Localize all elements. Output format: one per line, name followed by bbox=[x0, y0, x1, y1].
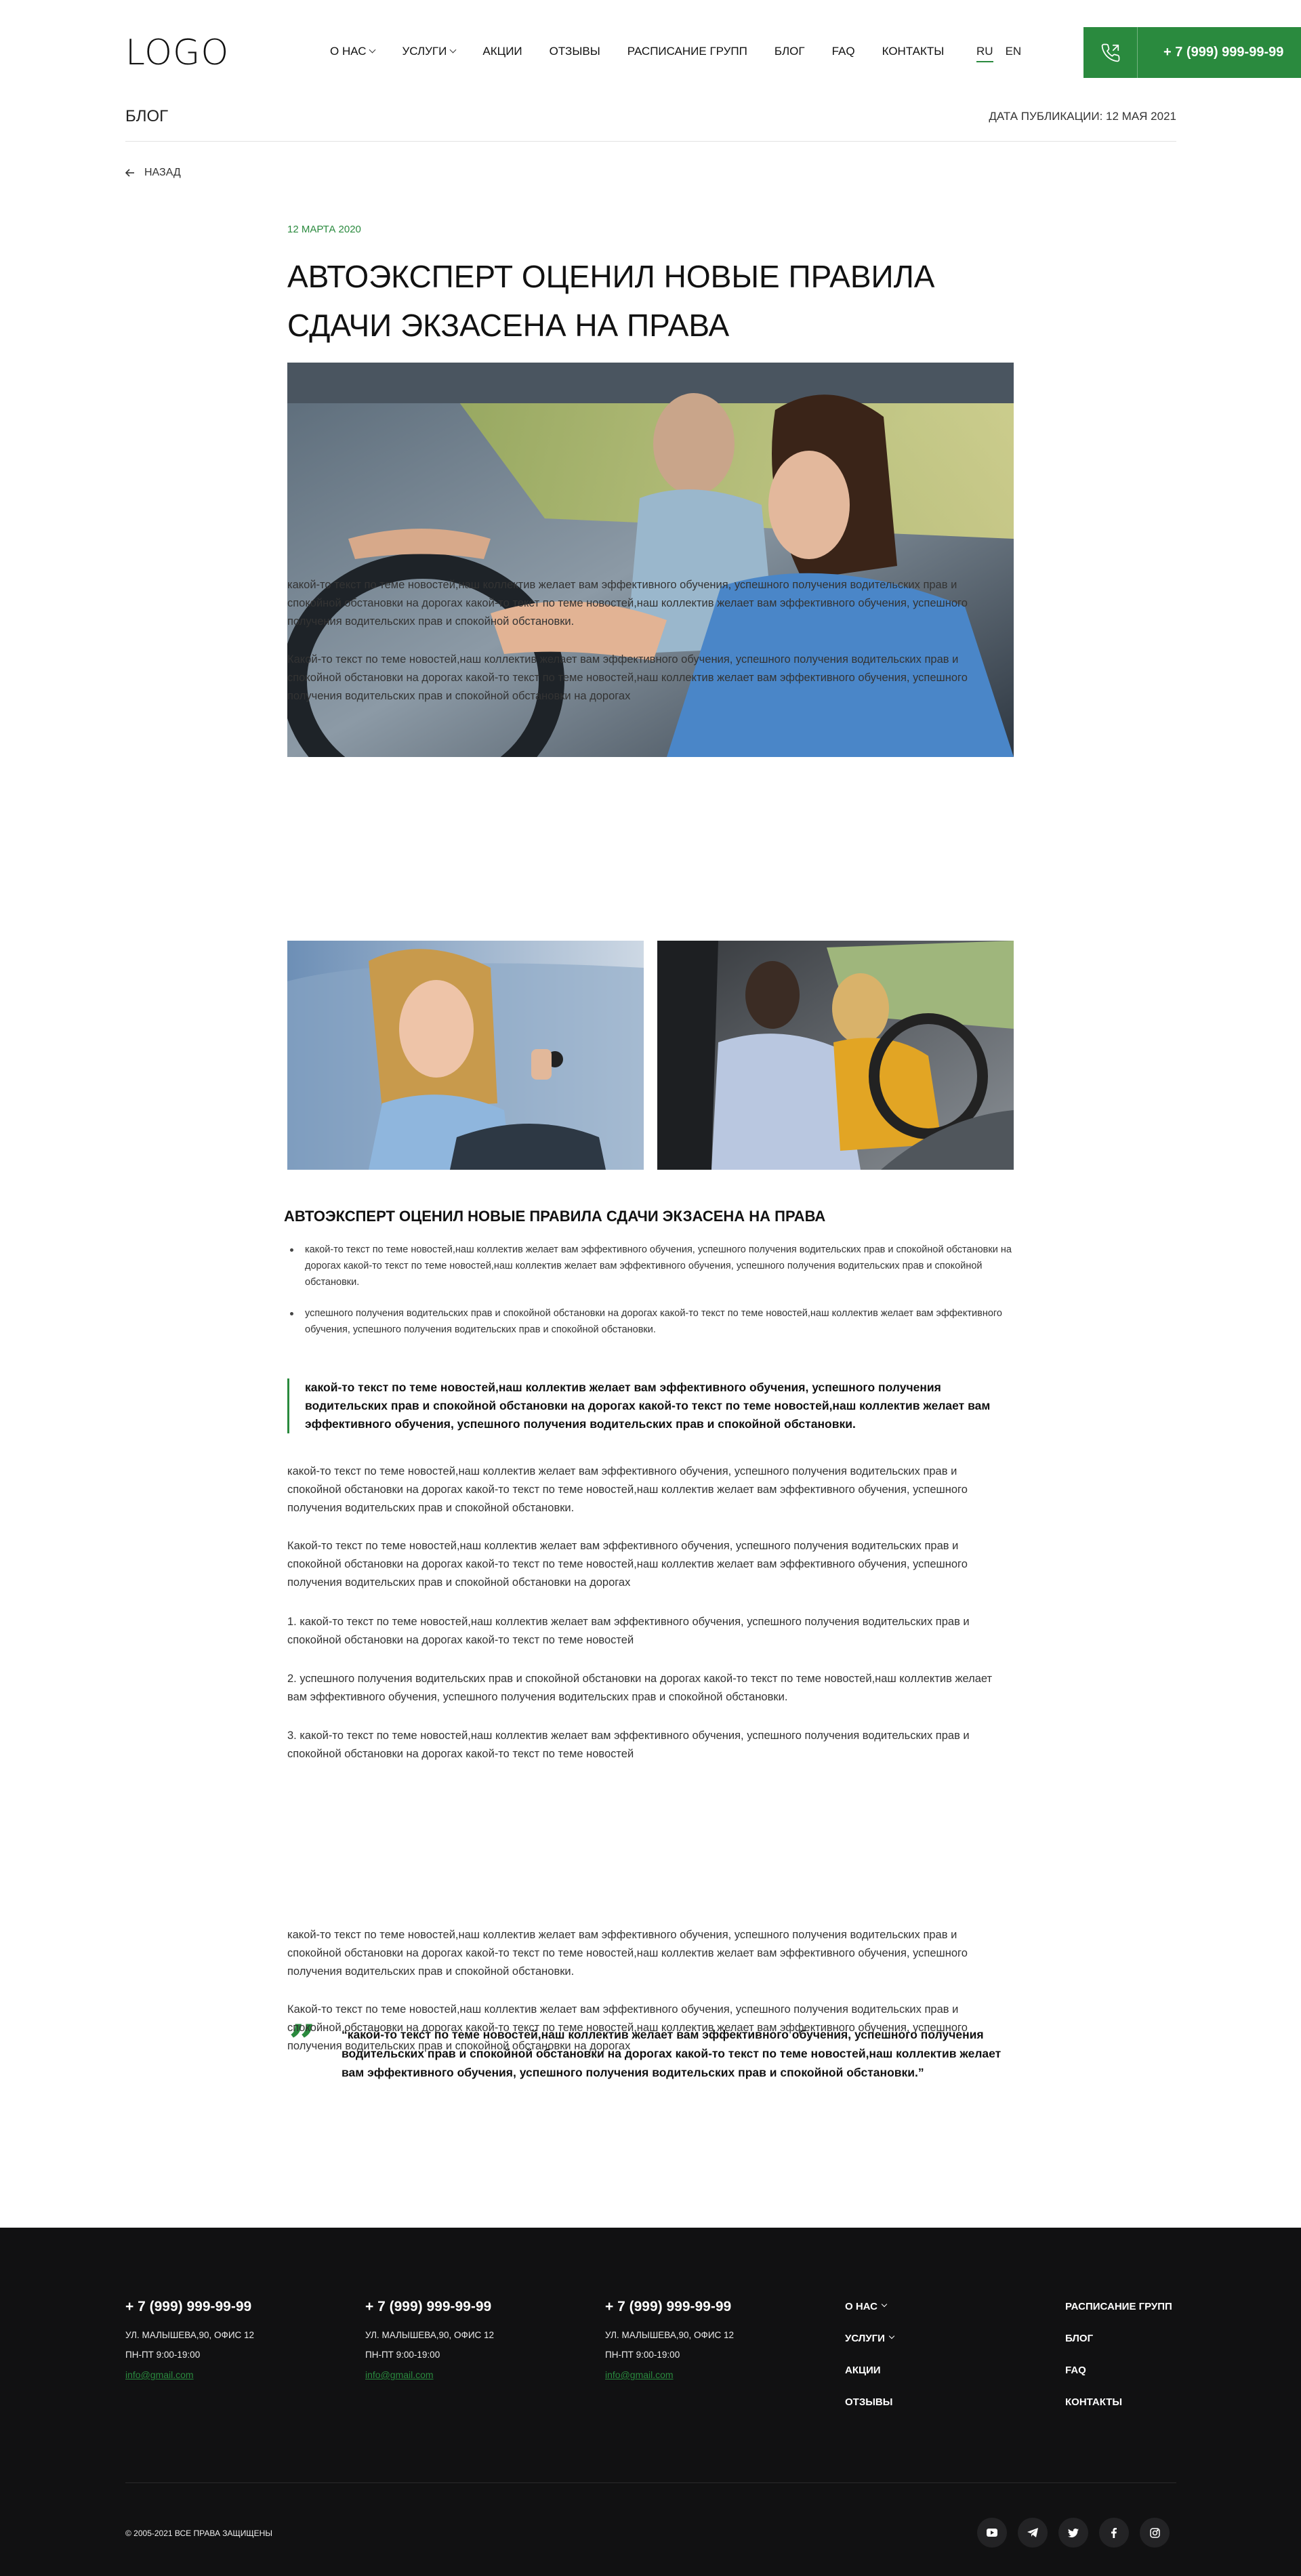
footer-hours: ПН-ПТ 9:00-19:00 bbox=[365, 2350, 440, 2360]
footer-nav-about[interactable]: О НАС bbox=[845, 2301, 894, 2333]
chevron-down-icon bbox=[881, 2301, 888, 2308]
page-subbar: БЛОГ ДАТА ПУБЛИКАЦИИ: 12 МАЯ 2021 bbox=[125, 102, 1176, 142]
footer-email[interactable]: info@gmail.com bbox=[605, 2369, 674, 2380]
footer-nav-label: АКЦИИ bbox=[845, 2365, 881, 2376]
footer-phone[interactable]: + 7 (999) 999-99-99 bbox=[365, 2299, 494, 2315]
logo[interactable]: LOGO bbox=[125, 33, 229, 73]
footer-contact: + 7 (999) 999-99-99 УЛ. МАЛЫШЕВА,90, ОФИ… bbox=[365, 2299, 494, 2381]
phone-icon bbox=[1083, 27, 1138, 78]
nav-item-label: FAQ bbox=[831, 45, 855, 58]
arrow-left-icon bbox=[125, 169, 134, 177]
footer-nav-services[interactable]: УСЛУГИ bbox=[845, 2333, 895, 2365]
nav-item-label: УСЛУГИ bbox=[402, 45, 447, 58]
copyright: © 2005-2021 ВСЕ ПРАВА ЗАЩИЩЕНЫ bbox=[125, 2529, 272, 2538]
article-paragraph: Какой-то текст по теме новостей,наш колл… bbox=[287, 1540, 968, 1589]
language-switcher: RU EN bbox=[976, 45, 1021, 62]
footer-address: УЛ. МАЛЫШЕВА,90, ОФИС 12 bbox=[365, 2330, 495, 2340]
nav-item-faq[interactable]: FAQ bbox=[832, 45, 855, 58]
nav-item-promos[interactable]: АКЦИИ bbox=[482, 45, 522, 58]
back-label: НАЗАД bbox=[144, 167, 181, 178]
lang-ru[interactable]: RU bbox=[976, 45, 993, 62]
footer-nav-label: О НАС bbox=[845, 2301, 877, 2312]
article-bullet-list: какой-то текст по теме новостей,наш колл… bbox=[290, 1242, 1018, 1353]
instagram-icon[interactable] bbox=[1140, 2518, 1170, 2548]
nav-item-label: РАСПИСАНИЕ ГРУПП bbox=[627, 45, 747, 58]
article-image-keys bbox=[287, 941, 644, 1170]
footer-nav-label: УСЛУГИ bbox=[845, 2333, 885, 2344]
nav-item-label: О НАС bbox=[330, 45, 367, 58]
chevron-down-icon bbox=[369, 46, 376, 54]
chevron-down-icon bbox=[449, 46, 457, 54]
back-link[interactable]: НАЗАД bbox=[125, 167, 181, 179]
nav-item-services[interactable]: УСЛУГИ bbox=[402, 45, 457, 58]
youtube-icon[interactable] bbox=[977, 2518, 1007, 2548]
facebook-icon[interactable] bbox=[1099, 2518, 1129, 2548]
footer-email[interactable]: info@gmail.com bbox=[125, 2369, 194, 2380]
article-paragraph: какой-то текст по теме новостей,наш колл… bbox=[287, 1929, 968, 1978]
footer-nav-reviews[interactable]: ОТЗЫВЫ bbox=[845, 2396, 894, 2428]
telegram-icon[interactable] bbox=[1018, 2518, 1048, 2548]
footer-phone[interactable]: + 7 (999) 999-99-99 bbox=[125, 2299, 254, 2315]
footer-hours: ПН-ПТ 9:00-19:00 bbox=[605, 2350, 680, 2360]
footer-contact: + 7 (999) 999-99-99 УЛ. МАЛЫШЕВА,90, ОФИ… bbox=[125, 2299, 254, 2381]
main-nav: О НАС УСЛУГИ АКЦИИ ОТЗЫВЫ РАСПИСАНИЕ ГРУ… bbox=[330, 45, 971, 58]
footer-phone[interactable]: + 7 (999) 999-99-99 bbox=[605, 2299, 734, 2315]
article-paragraph: какой-то текст по теме новостей,наш колл… bbox=[287, 1465, 968, 1514]
article-paragraph: Какой-то текст по теме новостей,наш колл… bbox=[287, 2003, 968, 2052]
nav-item-about[interactable]: О НАС bbox=[330, 45, 376, 58]
ordered-list-item: 3. какой-то текст по теме новостей,наш к… bbox=[287, 1730, 970, 1760]
nav-item-label: АКЦИИ bbox=[482, 45, 522, 58]
ordered-list-item: 2. успешного получения водительских прав… bbox=[287, 1673, 993, 1703]
nav-item-schedule[interactable]: РАСПИСАНИЕ ГРУПП bbox=[627, 45, 747, 58]
article-paragraph: какой-то текст по теме новостей,наш колл… bbox=[287, 579, 968, 628]
site-header: LOGO О НАС УСЛУГИ АКЦИИ ОТЗЫВЫ РАСПИСАНИ… bbox=[0, 0, 1301, 102]
footer-nav-schedule[interactable]: РАСПИСАНИЕ ГРУПП bbox=[1065, 2301, 1172, 2333]
footer-nav-col1: О НАС УСЛУГИ АКЦИИ ОТЗЫВЫ bbox=[845, 2301, 895, 2428]
article-date: 12 МАРТА 2020 bbox=[287, 224, 361, 235]
footer-hours: ПН-ПТ 9:00-19:00 bbox=[125, 2350, 201, 2360]
list-item: какой-то текст по теме новостей,наш колл… bbox=[290, 1242, 1018, 1290]
header-phone-button[interactable]: + 7 (999) 999-99-99 bbox=[1083, 27, 1301, 78]
footer-email[interactable]: info@gmail.com bbox=[365, 2369, 434, 2380]
article-paragraph: Какой-то текст по теме новостей,наш колл… bbox=[287, 653, 968, 702]
article: 12 МАРТА 2020 АВТОЭКСПЕРТ ОЦЕНИЛ НОВЫЕ П… bbox=[284, 224, 1014, 2079]
article-subheading: АВТОЭКСПЕРТ ОЦЕНИЛ НОВЫЕ ПРАВИЛА СДАЧИ Э… bbox=[284, 1208, 826, 1225]
lang-en[interactable]: EN bbox=[1006, 45, 1022, 62]
nav-item-reviews[interactable]: ОТЗЫВЫ bbox=[550, 45, 600, 58]
article-title: АВТОЭКСПЕРТ ОЦЕНИЛ НОВЫЕ ПРАВИЛА СДАЧИ Э… bbox=[287, 259, 935, 343]
footer-contact: + 7 (999) 999-99-99 УЛ. МАЛЫШЕВА,90, ОФИ… bbox=[605, 2299, 734, 2381]
footer-address: УЛ. МАЛЫШЕВА,90, ОФИС 12 bbox=[605, 2330, 735, 2340]
site-footer: + 7 (999) 999-99-99 УЛ. МАЛЫШЕВА,90, ОФИ… bbox=[0, 2228, 1301, 2576]
nav-item-blog[interactable]: БЛОГ bbox=[775, 45, 805, 58]
footer-nav-contacts[interactable]: КОНТАКТЫ bbox=[1065, 2396, 1172, 2428]
footer-nav-promos[interactable]: АКЦИИ bbox=[845, 2365, 894, 2396]
social-links bbox=[977, 2518, 1170, 2548]
footer-address: УЛ. МАЛЫШЕВА,90, ОФИС 12 bbox=[125, 2330, 255, 2340]
list-item: успешного получения водительских прав и … bbox=[290, 1305, 1018, 1338]
ordered-list-item: 1. какой-то текст по теме новостей,наш к… bbox=[287, 1616, 970, 1646]
footer-divider bbox=[125, 2482, 1176, 2483]
nav-item-label: БЛОГ bbox=[774, 45, 805, 58]
chevron-down-icon bbox=[888, 2333, 895, 2339]
twitter-icon[interactable] bbox=[1058, 2518, 1088, 2548]
footer-nav-blog[interactable]: БЛОГ bbox=[1065, 2333, 1172, 2365]
footer-nav-label: ОТЗЫВЫ bbox=[845, 2396, 893, 2408]
header-phone-number: + 7 (999) 999-99-99 bbox=[1163, 45, 1284, 60]
footer-nav-col2: РАСПИСАНИЕ ГРУПП БЛОГ FAQ КОНТАКТЫ bbox=[1065, 2301, 1172, 2428]
nav-item-contacts[interactable]: КОНТАКТЫ bbox=[882, 45, 945, 58]
footer-nav-faq[interactable]: FAQ bbox=[1065, 2365, 1172, 2396]
page-title: БЛОГ bbox=[125, 107, 169, 125]
publication-date: ДАТА ПУБЛИКАЦИИ: 12 МАЯ 2021 bbox=[989, 110, 1176, 123]
article-image-instructor bbox=[657, 941, 1014, 1170]
nav-item-label: ОТЗЫВЫ bbox=[549, 45, 600, 58]
article-callout: какой-то текст по теме новостей,наш колл… bbox=[287, 1378, 1014, 1433]
nav-item-label: КОНТАКТЫ bbox=[882, 45, 945, 58]
